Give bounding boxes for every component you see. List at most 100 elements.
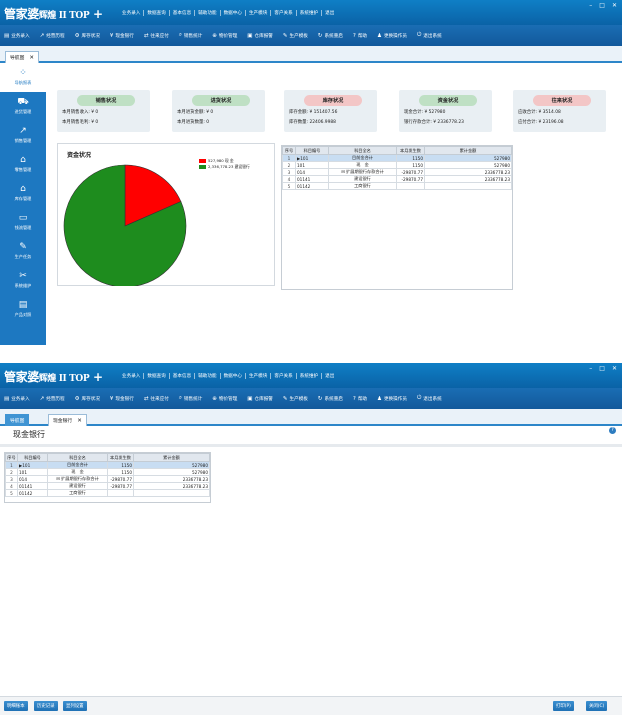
stock-status-card[interactable]: 库存状况 库存金额: ¥ 151407.56 库存数量: 22406.9988 bbox=[284, 90, 377, 132]
menu-exit[interactable]: 退出 bbox=[322, 373, 337, 379]
cell-month-amount[interactable] bbox=[396, 182, 425, 190]
menu-system[interactable]: 系统维护 bbox=[297, 10, 323, 16]
cell-month-amount[interactable]: 1150 bbox=[107, 468, 134, 476]
cell-row-number[interactable]: 1 bbox=[5, 461, 18, 469]
cell-row-number[interactable]: 4 bbox=[282, 175, 296, 183]
cell-total-amount[interactable]: 2336778.23 bbox=[424, 168, 512, 176]
table-row[interactable]: 4 01141 建设银行 -29870.77 2336778.23 bbox=[282, 175, 512, 183]
table-row[interactable]: 2 101 现 金 1150 527980 bbox=[5, 468, 210, 476]
cell-total-amount[interactable]: 2336778.23 bbox=[133, 475, 210, 483]
sidebar-item-products[interactable]: ▤ 产品对照 bbox=[0, 295, 46, 324]
close-button[interactable]: 关闭(C) bbox=[586, 701, 608, 711]
cell-account-code[interactable]: ▶101 bbox=[295, 154, 329, 162]
help-icon[interactable]: ? bbox=[609, 427, 616, 434]
sidebar-item-production[interactable]: ✎ 生产任务 bbox=[0, 237, 46, 266]
cell-row-number[interactable]: 3 bbox=[282, 168, 296, 176]
menu-data-query[interactable]: 数据查询 bbox=[144, 373, 170, 379]
table-row[interactable]: 5 01142 工商银行 bbox=[5, 489, 210, 497]
close-window-button[interactable]: ✕ bbox=[612, 2, 617, 9]
cell-total-amount[interactable]: 2336778.23 bbox=[424, 175, 512, 183]
col-header[interactable]: 本月发生数 bbox=[396, 146, 425, 155]
cell-row-number[interactable]: 5 bbox=[5, 489, 18, 497]
cell-account-name[interactable]: 工商银行 bbox=[47, 489, 108, 497]
toolbar-payables-button[interactable]: ⇄ 往来应付 bbox=[144, 396, 169, 402]
cell-account-name[interactable]: 现 金 bbox=[47, 468, 108, 476]
cell-month-amount[interactable]: 1150 bbox=[107, 461, 134, 469]
cell-row-number[interactable]: 1 bbox=[282, 154, 296, 162]
splitter[interactable] bbox=[0, 444, 622, 447]
toolbar-exit-button[interactable]: ⏻ 退出系统 bbox=[417, 32, 442, 39]
toolbar-switch-user-button[interactable]: ♟ 更换操作员 bbox=[377, 33, 407, 39]
toolbar-business-entry-button[interactable]: ▤ 业务录入 bbox=[4, 33, 30, 39]
sidebar-item-retail[interactable]: ⌂ 零售管理 bbox=[0, 150, 46, 179]
close-icon[interactable]: ✕ bbox=[29, 55, 34, 61]
menu-aux-functions[interactable]: 辅助功能 bbox=[195, 373, 221, 379]
menu-business-entry[interactable]: 业务录入 bbox=[119, 373, 145, 379]
cell-row-number[interactable]: 3 bbox=[5, 475, 18, 483]
table-row[interactable]: 1 ▶101 目前金合计 1150 527980 bbox=[5, 461, 210, 469]
column-settings-button[interactable]: 显列设置 bbox=[63, 701, 87, 711]
cell-month-amount[interactable]: -29870.77 bbox=[107, 475, 134, 483]
cell-account-code[interactable]: 01142 bbox=[295, 182, 329, 190]
cell-account-name[interactable]: 建设银行 bbox=[47, 482, 108, 490]
sidebar-item-purchase[interactable]: ⛟ 进货管理 bbox=[0, 92, 46, 121]
cell-account-name[interactable]: ⊟ 扩展期银行存款合计 bbox=[328, 168, 397, 176]
cell-account-code[interactable]: 01142 bbox=[17, 489, 48, 497]
cell-row-number[interactable]: 2 bbox=[282, 161, 296, 169]
col-header[interactable]: 累计金额 bbox=[133, 453, 210, 462]
cell-total-amount[interactable]: 527980 bbox=[424, 161, 512, 169]
menu-production[interactable]: 生产模块 bbox=[246, 373, 272, 379]
sidebar-item-nav-report[interactable]: ⁘ 导航报表 bbox=[0, 63, 46, 92]
toolbar-exit-button[interactable]: ⏻ 退出系统 bbox=[417, 395, 442, 402]
toolbar-switch-user-button[interactable]: ♟ 更换操作员 bbox=[377, 396, 407, 402]
sidebar-item-sales[interactable]: ↗ 销售管理 bbox=[0, 121, 46, 150]
toolbar-cash-bank-button[interactable]: ¥ 现金银行 bbox=[110, 33, 134, 39]
menu-basic-info[interactable]: 基本信息 bbox=[170, 373, 196, 379]
menu-data-center[interactable]: 数据中心 bbox=[221, 373, 246, 379]
cell-month-amount[interactable]: 1150 bbox=[396, 161, 425, 169]
toolbar-history-button[interactable]: ↗ 经营历程 bbox=[40, 33, 65, 39]
toolbar-history-button[interactable]: ↗ 经营历程 bbox=[40, 396, 65, 402]
cell-row-number[interactable]: 4 bbox=[5, 482, 18, 490]
cell-account-name[interactable]: 建设银行 bbox=[328, 175, 397, 183]
cell-account-code[interactable]: 101 bbox=[295, 161, 329, 169]
toolbar-alarm-button[interactable]: ▣ 仓库报警 bbox=[247, 396, 273, 402]
table-row[interactable]: 2 101 现 金 1150 527980 bbox=[282, 161, 512, 169]
cell-account-name[interactable]: 现 金 bbox=[328, 161, 397, 169]
cell-account-code[interactable]: 101 bbox=[17, 468, 48, 476]
minimize-button[interactable]: – bbox=[589, 2, 592, 9]
menu-basic-info[interactable]: 基本信息 bbox=[170, 10, 196, 16]
col-header[interactable]: 科目编号 bbox=[295, 146, 329, 155]
menu-production[interactable]: 生产模块 bbox=[246, 10, 272, 16]
toolbar-stock-button[interactable]: ⚙ 库存状况 bbox=[75, 396, 100, 402]
close-icon[interactable]: ✕ bbox=[77, 418, 82, 424]
tab-navigation[interactable]: 导航图 ✕ bbox=[5, 51, 40, 63]
tab-navigation[interactable]: 导航图 bbox=[5, 414, 30, 426]
cell-account-name[interactable]: 目前金合计 bbox=[47, 461, 108, 469]
cell-account-code[interactable]: 014 bbox=[295, 168, 329, 176]
minimize-button[interactable]: – bbox=[589, 365, 592, 372]
cell-account-name[interactable]: ⊟ 扩展期银行存款合计 bbox=[47, 475, 108, 483]
cell-total-amount[interactable] bbox=[133, 489, 210, 497]
toolbar-production-button[interactable]: ✎ 生产模板 bbox=[283, 396, 308, 402]
cell-account-name[interactable]: 目前金合计 bbox=[328, 154, 397, 162]
toolbar-cash-bank-button[interactable]: ¥ 现金银行 bbox=[110, 396, 134, 402]
col-header[interactable]: 科目全名 bbox=[47, 453, 108, 462]
menu-business-entry[interactable]: 业务录入 bbox=[119, 10, 145, 16]
table-row[interactable]: 1 ▶101 目前金合计 1150 527980 bbox=[282, 154, 512, 162]
toolbar-business-entry-button[interactable]: ▤ 业务录入 bbox=[4, 396, 30, 402]
cell-month-amount[interactable]: -29870.77 bbox=[396, 168, 425, 176]
cell-account-code[interactable]: ▶101 bbox=[17, 461, 48, 469]
accounts-status-card[interactable]: 往来状况 应收合计: ¥ 3514.08 应付合计: ¥ 23196.08 bbox=[513, 90, 606, 132]
cell-account-code[interactable]: 01141 bbox=[17, 482, 48, 490]
history-button[interactable]: 历史记录 bbox=[34, 701, 58, 711]
cell-month-amount[interactable]: 1150 bbox=[396, 154, 425, 162]
col-header[interactable]: 科目全名 bbox=[328, 146, 397, 155]
cell-total-amount[interactable]: 527980 bbox=[133, 461, 210, 469]
ledger-detail-button[interactable]: 明细账本 bbox=[4, 701, 28, 711]
toolbar-help-button[interactable]: ? 帮助 bbox=[353, 33, 367, 39]
menu-data-center[interactable]: 数据中心 bbox=[221, 10, 246, 16]
toolbar-stock-button[interactable]: ⚙ 库存状况 bbox=[75, 33, 100, 39]
menu-crm[interactable]: 客户关系 bbox=[271, 373, 297, 379]
sidebar-item-inventory[interactable]: ⌂ 库存管理 bbox=[0, 179, 46, 208]
